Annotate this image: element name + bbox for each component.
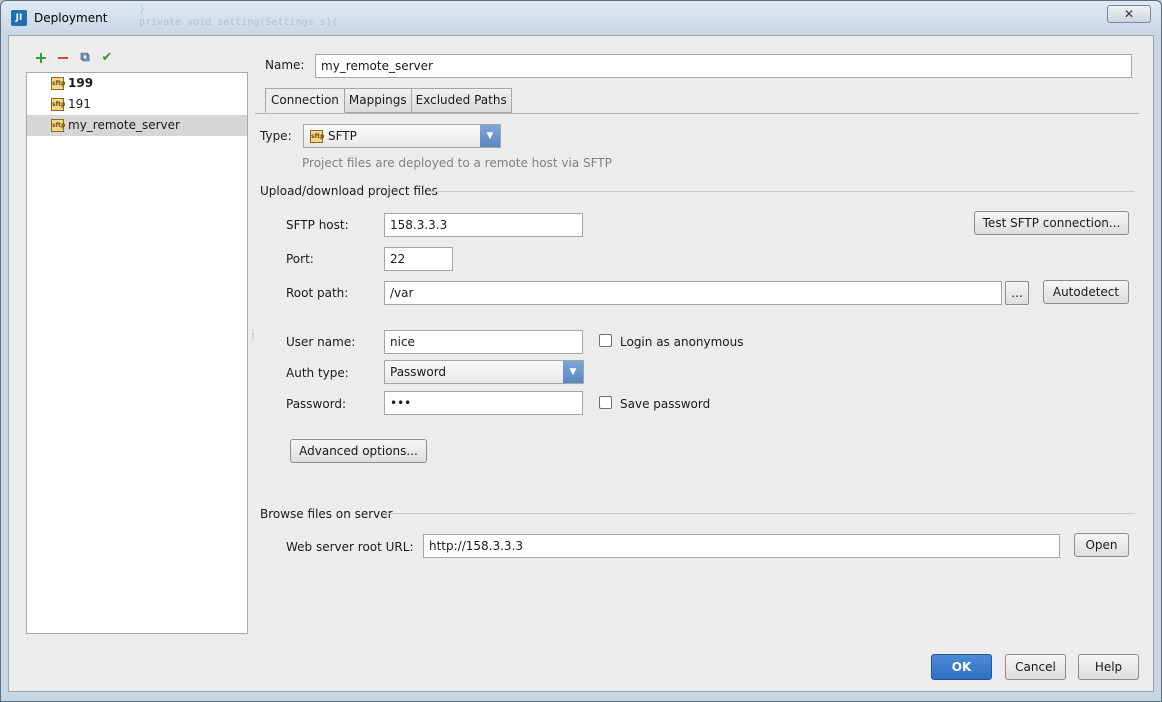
copy-icon[interactable]: ⧉ — [77, 50, 93, 66]
sftp-icon: sftp — [51, 119, 65, 132]
server-list: sftp 199 sftp 191 sftp my_remote_server — [26, 72, 248, 634]
test-connection-button[interactable]: Test SFTP connection... — [974, 211, 1129, 235]
remove-icon[interactable]: − — [55, 50, 71, 66]
title-bar: } private void setting(Settings s){ JI D… — [1, 1, 1161, 35]
cancel-button[interactable]: Cancel — [1005, 654, 1066, 680]
dialog-content: + − ⧉ ✔ sftp 199 sftp 191 sftp my_remote… — [8, 35, 1154, 692]
chevron-down-icon: ▼ — [563, 361, 583, 383]
open-button[interactable]: Open — [1074, 533, 1129, 557]
server-name: 199 — [68, 76, 94, 90]
type-hint: Project files are deployed to a remote h… — [302, 156, 612, 170]
name-label: Name: — [265, 58, 305, 72]
section-divider — [383, 513, 1135, 514]
tab-excluded-paths[interactable]: Excluded Paths — [411, 88, 512, 113]
window-title: Deployment — [34, 11, 108, 25]
tab-bar: Connection Mappings Excluded Paths — [265, 88, 512, 113]
port-label: Port: — [286, 252, 314, 266]
web-root-label: Web server root URL: — [286, 540, 414, 554]
server-name: 191 — [68, 97, 91, 111]
help-button[interactable]: Help — [1078, 654, 1139, 680]
type-value: SFTP — [328, 129, 357, 143]
sftp-icon: sftp — [51, 77, 65, 90]
list-item[interactable]: sftp 199 — [27, 73, 247, 94]
sftp-host-label: SFTP host: — [286, 218, 349, 232]
browse-button[interactable]: ... — [1005, 281, 1029, 305]
chevron-down-icon: ▼ — [480, 125, 500, 147]
type-select[interactable]: sftp SFTP ▼ — [303, 124, 501, 148]
root-path-input[interactable]: /var — [384, 281, 1002, 305]
port-input[interactable]: 22 — [384, 247, 453, 271]
web-root-input[interactable]: http://158.3.3.3 — [423, 534, 1060, 558]
type-label: Type: — [260, 129, 292, 143]
server-name: my_remote_server — [68, 118, 180, 132]
save-password-label: Save password — [620, 397, 711, 411]
deployment-dialog: } private void setting(Settings s){ JI D… — [0, 0, 1162, 702]
browse-section-title: Browse files on server — [260, 507, 393, 521]
user-name-label: User name: — [286, 335, 356, 349]
ok-button[interactable]: OK — [931, 654, 992, 680]
root-path-label: Root path: — [286, 286, 349, 300]
server-toolbar: + − ⧉ ✔ — [33, 50, 115, 66]
tab-mappings[interactable]: Mappings — [344, 88, 412, 113]
set-default-icon[interactable]: ✔ — [99, 50, 115, 66]
name-input[interactable]: my_remote_server — [315, 54, 1132, 78]
user-name-input[interactable]: nice — [384, 330, 583, 354]
background-code: } private void setting(Settings s){ — [139, 4, 338, 28]
list-item[interactable]: sftp my_remote_server — [27, 115, 247, 136]
close-button[interactable]: ✕ — [1107, 5, 1151, 23]
add-icon[interactable]: + — [33, 50, 49, 66]
sftp-icon: sftp — [51, 98, 65, 111]
sftp-host-input[interactable]: 158.3.3.3 — [384, 213, 583, 237]
splitter-handle[interactable]: ⋮ ⋮ — [249, 330, 257, 346]
list-item[interactable]: sftp 191 — [27, 94, 247, 115]
password-label: Password: — [286, 397, 347, 411]
autodetect-button[interactable]: Autodetect — [1043, 280, 1129, 304]
auth-type-value: Password — [390, 365, 447, 379]
tab-connection[interactable]: Connection — [265, 88, 345, 113]
save-password-checkbox[interactable] — [599, 396, 612, 409]
anonymous-checkbox[interactable] — [599, 334, 612, 347]
tab-divider — [255, 113, 1139, 114]
sftp-icon: sftp — [310, 130, 324, 143]
auth-type-select[interactable]: Password ▼ — [384, 360, 584, 384]
upload-section-title: Upload/download project files — [260, 184, 438, 198]
auth-type-label: Auth type: — [286, 366, 349, 380]
password-input[interactable]: ••• — [384, 391, 583, 415]
anonymous-label: Login as anonymous — [620, 335, 744, 349]
advanced-options-button[interactable]: Advanced options... — [290, 439, 427, 463]
section-divider — [427, 191, 1135, 192]
app-icon: JI — [11, 10, 27, 26]
